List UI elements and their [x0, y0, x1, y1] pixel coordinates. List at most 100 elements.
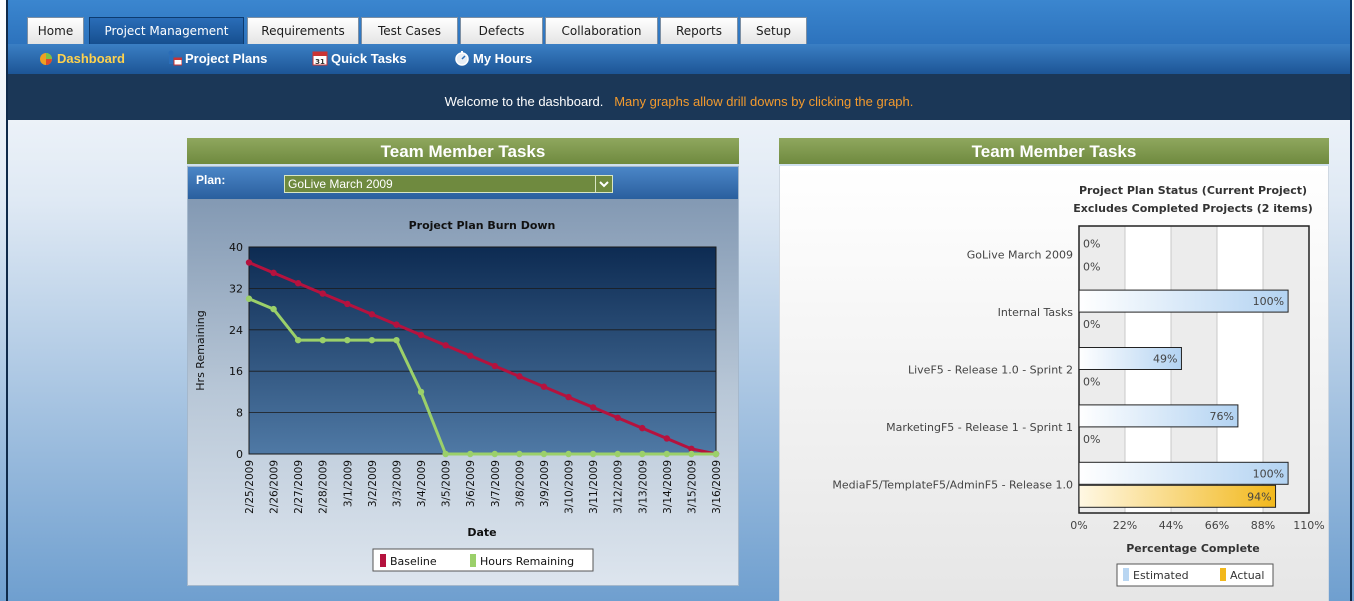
x-tick-label: 3/12/2009 [613, 460, 625, 514]
legend-swatch [470, 554, 476, 567]
data-point [467, 352, 474, 359]
x-tick-label: 3/7/2009 [490, 460, 502, 507]
data-point [442, 450, 449, 458]
x-tick-label: 3/4/2009 [416, 460, 428, 507]
right-panel: Project Plan Status (Current Project) Exc… [779, 166, 1329, 601]
y-tick-label: 8 [236, 407, 243, 420]
y-tick-label: 24 [229, 324, 243, 337]
bar-label: 0% [1083, 318, 1100, 331]
data-point [294, 336, 302, 344]
x-tick-label: 22% [1113, 519, 1137, 532]
data-point [712, 450, 720, 458]
data-point [417, 388, 425, 396]
bar-label: 0% [1083, 238, 1100, 251]
chart-subtitle: Excludes Completed Projects (2 items) [1073, 202, 1313, 215]
x-tick-label: 3/10/2009 [564, 460, 576, 514]
bar-label: 100% [1253, 295, 1284, 308]
legend-swatch [1123, 568, 1129, 581]
x-tick-label: 66% [1205, 519, 1229, 532]
legend-label: Hours Remaining [480, 555, 574, 568]
x-tick-label: 3/11/2009 [588, 460, 600, 514]
bar-actual [1078, 484, 1277, 508]
y-tick-label: 40 [229, 241, 243, 254]
data-point [614, 450, 621, 458]
burn-down-chart-area[interactable]: Project Plan Burn Down 0 8 16 24 32 40 Hrs Rema… [188, 199, 738, 585]
y-tick-label: 32 [229, 282, 243, 295]
x-tick-label: 88% [1251, 519, 1275, 532]
category-label: LiveF5 - Release 1.0 - Sprint 2 [908, 364, 1073, 377]
y-axis-label: Hrs Remaining [194, 310, 207, 390]
data-point [589, 450, 597, 458]
data-point [245, 295, 253, 302]
legend-swatch [380, 554, 386, 567]
y-tick-label: 16 [229, 365, 243, 378]
x-tick-label: 44% [1159, 519, 1183, 532]
data-point [663, 435, 671, 442]
data-point [319, 336, 326, 344]
chevron-down-icon[interactable] [595, 175, 613, 193]
x-tick-label: 2/26/2009 [269, 460, 281, 514]
x-tick-label: 0% [1070, 519, 1087, 532]
data-point [270, 305, 277, 313]
x-tick-label: 3/13/2009 [637, 460, 649, 514]
x-tick-label: 3/15/2009 [686, 460, 698, 514]
data-point [245, 259, 253, 266]
chart-title: Project Plan Status (Current Project) [1079, 184, 1307, 197]
chart-legend: Estimated Actual [1116, 563, 1274, 587]
legend-label: Baseline [390, 555, 437, 568]
data-point [368, 336, 376, 344]
data-point [589, 404, 597, 411]
x-tick-label: 3/2/2009 [367, 460, 379, 507]
bar-label: 0% [1083, 433, 1100, 446]
plan-dropdown[interactable]: GoLive March 2009 [284, 175, 613, 193]
x-tick-label: 3/5/2009 [441, 460, 453, 507]
data-point [491, 450, 498, 458]
x-tick-label: 3/14/2009 [662, 460, 674, 514]
data-point [614, 414, 621, 421]
chart-title: Project Plan Burn Down [409, 219, 556, 232]
x-tick-label: 2/28/2009 [318, 460, 330, 514]
x-tick-label: 2/25/2009 [244, 460, 256, 514]
left-panel: Plan: GoLive March 2009 Project Plan Bur… [187, 166, 739, 586]
x-tick-label: 3/8/2009 [514, 460, 526, 507]
x-tick-label: 3/6/2009 [465, 460, 477, 507]
data-point [442, 342, 449, 349]
plan-status-chart[interactable]: Project Plan Status (Current Project) Exc… [780, 166, 1330, 601]
y-tick-label: 0 [236, 448, 243, 461]
chart-legend: Baseline Hours Remaining [372, 548, 594, 572]
legend-swatch [1220, 568, 1226, 581]
data-point [565, 450, 572, 458]
data-point [639, 424, 646, 432]
data-point [540, 383, 548, 390]
category-label: MarketingF5 - Release 1 - Sprint 1 [886, 421, 1073, 434]
data-point [467, 450, 474, 458]
plot-area [248, 246, 717, 455]
category-label: Internal Tasks [998, 306, 1074, 319]
data-point [491, 362, 498, 370]
category-label: MediaF5/TemplateF5/AdminF5 - Release 1.0 [832, 478, 1073, 491]
burn-down-chart[interactable]: Project Plan Burn Down 0 8 16 24 32 40 Hrs Rema… [188, 199, 738, 585]
x-tick-label: 110% [1293, 519, 1324, 532]
data-point [516, 450, 523, 458]
data-point [270, 269, 277, 277]
data-point [368, 311, 376, 318]
bar-label: 94% [1247, 490, 1271, 503]
data-point [663, 450, 671, 458]
data-point [344, 336, 351, 344]
x-tick-label: 3/3/2009 [391, 460, 403, 507]
plan-dropdown-value: GoLive March 2009 [288, 177, 393, 191]
data-point [688, 450, 695, 458]
legend-label: Actual [1230, 569, 1264, 582]
data-point [319, 290, 326, 297]
x-tick-label: 3/9/2009 [539, 460, 551, 507]
bar-label: 0% [1083, 261, 1100, 274]
data-point [565, 393, 572, 401]
x-tick-label: 2/27/2009 [293, 460, 305, 514]
x-tick-label: 3/1/2009 [342, 460, 354, 507]
category-label: GoLive March 2009 [967, 249, 1073, 262]
left-panel-title: Team Member Tasks [187, 138, 739, 166]
bar-label: 76% [1209, 410, 1233, 423]
data-point [540, 450, 548, 458]
data-point [417, 331, 425, 339]
data-point [294, 280, 302, 287]
